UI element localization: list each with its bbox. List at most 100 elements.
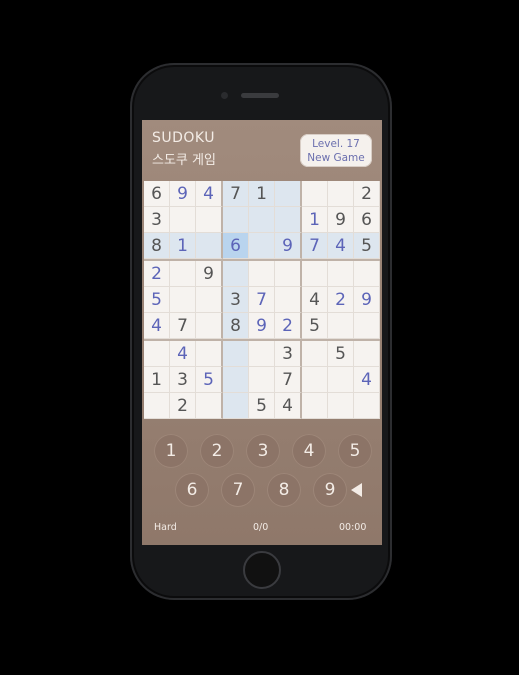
board-cell[interactable]: 3 [275, 341, 302, 367]
board-cell[interactable]: 4 [302, 287, 328, 313]
board-cell[interactable]: 4 [196, 181, 223, 207]
board-cell[interactable]: 2 [328, 287, 354, 313]
board-cell[interactable] [302, 341, 328, 367]
keypad-button-7[interactable]: 7 [221, 473, 255, 507]
board-cell[interactable]: 2 [275, 313, 302, 339]
board-cell[interactable]: 8 [223, 313, 249, 339]
board-cell[interactable] [275, 287, 302, 313]
board-cell[interactable] [196, 393, 223, 419]
board-cell[interactable] [275, 181, 302, 207]
keypad-button-8[interactable]: 8 [267, 473, 301, 507]
board-cell[interactable]: 5 [328, 341, 354, 367]
board-cell[interactable] [354, 341, 380, 367]
keypad-button-5[interactable]: 5 [338, 434, 372, 468]
keypad-button-9[interactable]: 9 [313, 473, 347, 507]
new-game-button[interactable]: Level. 17 New Game [300, 134, 372, 167]
board-cell[interactable] [302, 181, 328, 207]
board-cell[interactable] [196, 207, 223, 233]
board-cell[interactable] [249, 261, 275, 287]
board-cell[interactable] [223, 207, 249, 233]
board-cell[interactable]: 1 [302, 207, 328, 233]
board-cell[interactable] [196, 233, 223, 259]
board-cell[interactable] [223, 367, 249, 393]
board-cell[interactable]: 3 [223, 287, 249, 313]
board-cell[interactable] [144, 393, 170, 419]
board-cell[interactable] [170, 261, 196, 287]
board-cell[interactable]: 5 [196, 367, 223, 393]
board-cell[interactable] [223, 341, 249, 367]
board-cell[interactable]: 3 [170, 367, 196, 393]
board-cell[interactable] [196, 287, 223, 313]
board-cell[interactable]: 9 [328, 207, 354, 233]
board-row: 29 [144, 261, 380, 287]
board-cell[interactable]: 1 [249, 181, 275, 207]
board-cell[interactable] [328, 313, 354, 339]
board-cell[interactable]: 3 [144, 207, 170, 233]
board-cell[interactable] [354, 313, 380, 339]
board-cell[interactable] [328, 261, 354, 287]
board-cell[interactable]: 6 [354, 207, 380, 233]
board-cell[interactable] [196, 341, 223, 367]
board-cell[interactable]: 4 [170, 341, 196, 367]
difficulty-label: Hard [154, 522, 177, 533]
board-cell[interactable]: 4 [354, 367, 380, 393]
board-cell[interactable] [354, 261, 380, 287]
board-cell[interactable]: 4 [275, 393, 302, 419]
board-cell[interactable] [144, 341, 170, 367]
board-cell[interactable]: 2 [354, 181, 380, 207]
board-cell[interactable]: 7 [302, 233, 328, 259]
board-cell[interactable]: 7 [223, 181, 249, 207]
board-cell[interactable]: 7 [249, 287, 275, 313]
backspace-triangle-icon[interactable] [351, 483, 362, 497]
board-cell[interactable]: 9 [196, 261, 223, 287]
board-cell[interactable] [354, 393, 380, 419]
board-cell[interactable] [196, 313, 223, 339]
title-en: SUDOKU [152, 130, 215, 146]
home-button[interactable] [243, 551, 281, 589]
board-cell[interactable]: 2 [144, 261, 170, 287]
board-cell[interactable] [328, 367, 354, 393]
board-cell[interactable]: 4 [144, 313, 170, 339]
board-cell[interactable]: 4 [328, 233, 354, 259]
board-cell[interactable]: 5 [249, 393, 275, 419]
board-cell[interactable]: 5 [354, 233, 380, 259]
board-cell[interactable] [328, 393, 354, 419]
keypad-button-1[interactable]: 1 [154, 434, 188, 468]
board-cell[interactable]: 9 [170, 181, 196, 207]
board-cell[interactable] [249, 207, 275, 233]
keypad-button-6[interactable]: 6 [175, 473, 209, 507]
board-cell[interactable]: 1 [144, 367, 170, 393]
board-row: 4 35 [144, 341, 380, 367]
keypad-button-4[interactable]: 4 [292, 434, 326, 468]
board-cell[interactable]: 2 [170, 393, 196, 419]
keypad-button-2[interactable]: 2 [200, 434, 234, 468]
board-cell[interactable] [302, 393, 328, 419]
board-cell[interactable] [249, 341, 275, 367]
board-cell[interactable] [302, 367, 328, 393]
board-cell[interactable] [223, 393, 249, 419]
board-cell[interactable]: 5 [302, 313, 328, 339]
board-cell[interactable]: 1 [170, 233, 196, 259]
board-cell[interactable] [249, 367, 275, 393]
board-cell[interactable]: 9 [249, 313, 275, 339]
board-row: 81 69745 [144, 233, 380, 261]
keypad-button-3[interactable]: 3 [246, 434, 280, 468]
game-screen: SUDOKU 스도쿠 게임 Level. 17 New Game 6947123… [142, 120, 382, 545]
board-cell[interactable] [275, 261, 302, 287]
board-cell[interactable] [170, 207, 196, 233]
board-cell[interactable] [275, 207, 302, 233]
board-cell[interactable]: 5 [144, 287, 170, 313]
board-cell[interactable]: 6 [223, 233, 249, 259]
board-cell[interactable] [223, 261, 249, 287]
board-cell[interactable]: 9 [275, 233, 302, 259]
board-cell[interactable] [302, 261, 328, 287]
new-game-label: New Game [307, 152, 365, 164]
board-cell[interactable]: 7 [170, 313, 196, 339]
board-cell[interactable] [170, 287, 196, 313]
board-cell[interactable] [249, 233, 275, 259]
board-cell[interactable]: 9 [354, 287, 380, 313]
board-cell[interactable]: 6 [144, 181, 170, 207]
board-cell[interactable] [328, 181, 354, 207]
board-cell[interactable]: 8 [144, 233, 170, 259]
board-cell[interactable]: 7 [275, 367, 302, 393]
